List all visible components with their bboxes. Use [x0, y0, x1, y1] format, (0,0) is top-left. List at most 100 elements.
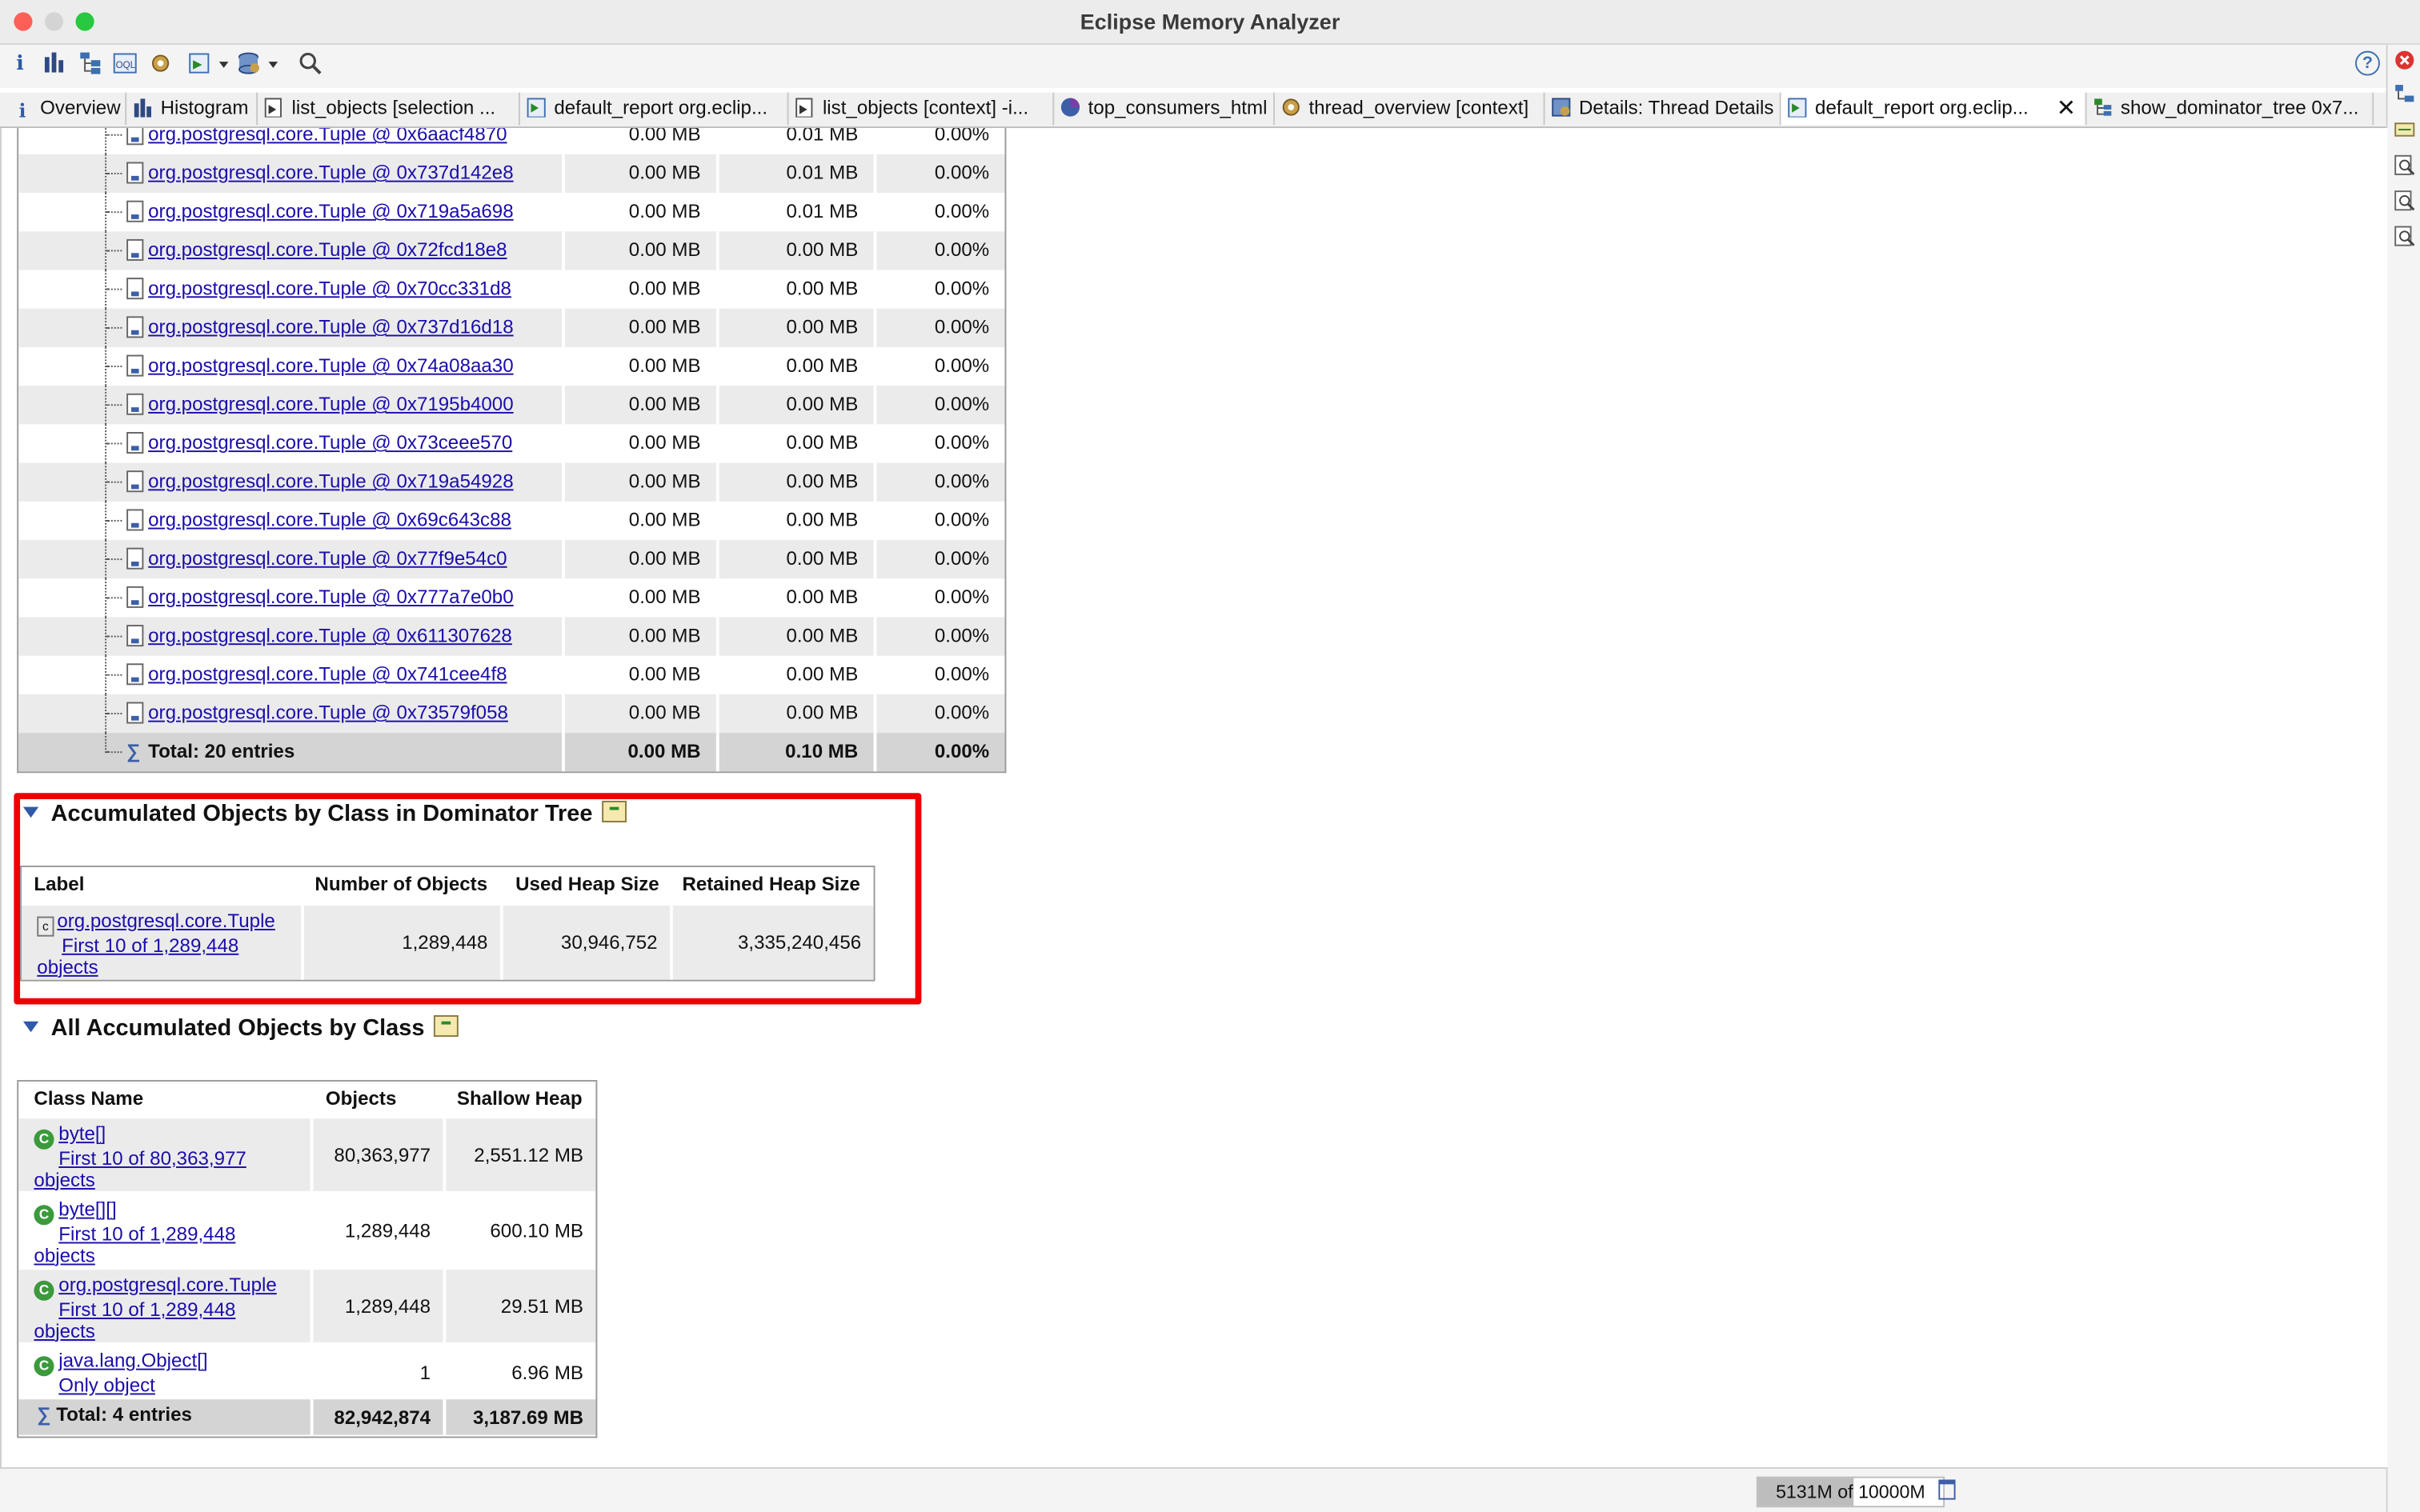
class-link[interactable]: java.lang.Object[]	[58, 1350, 207, 1372]
tab-thread-overview[interactable]: thread_overview [context]	[1275, 92, 1545, 126]
all-accumulated-section-header[interactable]: All Accumulated Objects by Class	[22, 1015, 459, 1042]
object-link[interactable]: org.postgresql.core.Tuple @ 0x74a08aa30	[148, 347, 513, 386]
table-row: Corg.postgresql.core.Tuple First 10 of 1…	[18, 1270, 596, 1342]
retained-heap-cell: 0.01 MB	[715, 193, 874, 232]
retained-heap-cell: 0.00 MB	[715, 231, 874, 270]
histogram-icon[interactable]	[40, 51, 68, 79]
column-header-retained-heap[interactable]: Retained Heap Size	[682, 867, 859, 901]
query-browser-dropdown-icon[interactable]	[238, 51, 281, 79]
gear-icon	[1281, 96, 1301, 116]
compare-icon[interactable]	[2394, 119, 2415, 141]
first-objects-link[interactable]: First 10 of 1,289,448	[58, 1223, 235, 1245]
heap-status-bar[interactable]: 5131M of 10000M	[1756, 1476, 1945, 1508]
tree-branch	[106, 519, 122, 522]
tab-default-report-active[interactable]: default_report org.eclip... ✕	[1781, 92, 2087, 126]
tree-branch	[106, 211, 122, 214]
garbage-collect-icon[interactable]	[1938, 1479, 1956, 1500]
all-classes-table: Class Name Objects Shallow Heap Cbyte[] …	[17, 1080, 598, 1438]
column-header-shallow-heap[interactable]: Shallow Heap	[457, 1082, 583, 1115]
total-label: Total: 20 entries	[148, 740, 295, 762]
object-link[interactable]: org.postgresql.core.Tuple @ 0x737d142e8	[148, 154, 513, 193]
tab-default-report-1[interactable]: default_report org.eclip...	[520, 92, 789, 126]
main-toolbar: i OQL ?	[0, 44, 2420, 88]
class-link[interactable]: byte[]	[58, 1123, 106, 1145]
column-header-objects[interactable]: Objects	[326, 1082, 396, 1115]
class-link[interactable]: byte[][]	[58, 1199, 116, 1221]
shallow-heap-cell: 6.96 MB	[443, 1345, 596, 1402]
first-objects-link[interactable]: First 10 of 80,363,977	[58, 1148, 246, 1170]
object-link[interactable]: org.postgresql.core.Tuple @ 0x6aacf4870	[148, 128, 507, 154]
object-link[interactable]: org.postgresql.core.Tuple @ 0x70cc331d8	[148, 270, 511, 309]
retained-heap-cell: 0.00 MB	[715, 308, 874, 347]
tree-branch	[106, 481, 122, 483]
tab-overview[interactable]: i Overview	[6, 92, 127, 126]
error-icon[interactable]	[2394, 50, 2415, 71]
tab-list-objects-context[interactable]: list_objects [context] -i...	[789, 92, 1055, 126]
object-link[interactable]: org.postgresql.core.Tuple @ 0x737d16d18	[148, 309, 513, 347]
object-link[interactable]: org.postgresql.core.Tuple @ 0x741cee4f8	[148, 656, 507, 694]
column-header-objects[interactable]: Number of Objects	[315, 867, 487, 901]
column-header-class-name[interactable]: Class Name	[34, 1082, 143, 1115]
object-label-cell: org.postgresql.core.Tuple @ 0x74a08aa30	[18, 346, 562, 386]
object-icon	[126, 393, 144, 415]
inspect-icon[interactable]	[2394, 154, 2415, 176]
object-link[interactable]: org.postgresql.core.Tuple @ 0x719a54928	[148, 463, 513, 502]
tab-list-objects-selection[interactable]: list_objects [selection ...	[258, 92, 520, 126]
class-label-cell: Corg.postgresql.core.Tuple First 10 of 1…	[34, 1274, 277, 1342]
object-link[interactable]: org.postgresql.core.Tuple @ 0x777a7e0b0	[148, 578, 513, 617]
only-object-link[interactable]: Only object	[58, 1374, 155, 1396]
oql-icon[interactable]: OQL	[111, 51, 139, 79]
class-link[interactable]: org.postgresql.core.Tuple	[57, 910, 274, 932]
object-link[interactable]: org.postgresql.core.Tuple @ 0x73579f058	[148, 694, 508, 733]
first-objects-link[interactable]: First 10 of 1,289,448	[58, 1299, 235, 1321]
tab-top-consumers[interactable]: top_consumers_html	[1054, 92, 1276, 126]
column-header-label[interactable]: Label	[34, 867, 84, 901]
dominator-section-header[interactable]: Accumulated Objects by Class in Dominato…	[22, 800, 627, 827]
search-icon[interactable]	[296, 51, 324, 79]
info-icon[interactable]: i	[6, 51, 34, 79]
open-in-editor-icon[interactable]	[602, 800, 627, 822]
objects-link[interactable]: objects	[34, 1244, 94, 1266]
first-objects-link[interactable]: First 10 of 1,289,448	[62, 935, 238, 957]
object-label-cell: org.postgresql.core.Tuple @ 0x72fcd18e8	[18, 231, 562, 270]
object-link[interactable]: org.postgresql.core.Tuple @ 0x719a5a698	[148, 193, 513, 231]
column-header-used-heap[interactable]: Used Heap Size	[515, 867, 659, 901]
collapse-triangle-icon[interactable]	[22, 806, 39, 818]
total-retained-heap-cell: 0.10 MB	[715, 733, 874, 772]
objects-link[interactable]: objects	[34, 1320, 94, 1342]
object-link[interactable]: org.postgresql.core.Tuple @ 0x77f9e54c0	[148, 540, 507, 578]
open-in-editor-icon[interactable]	[433, 1015, 459, 1038]
object-icon	[126, 432, 144, 454]
object-link[interactable]: org.postgresql.core.Tuple @ 0x611307628	[148, 617, 512, 655]
object-label-cell: org.postgresql.core.Tuple @ 0x777a7e0b0	[18, 578, 562, 618]
collapse-triangle-icon[interactable]	[22, 1021, 39, 1033]
thread-icon	[1551, 96, 1571, 117]
retained-heap-cell: 0.00 MB	[715, 424, 874, 463]
gear-icon[interactable]	[146, 51, 174, 79]
object-link[interactable]: org.postgresql.core.Tuple @ 0x69c643c88	[148, 502, 511, 540]
total-label: Total: 4 entries	[56, 1404, 192, 1426]
inspect-icon[interactable]	[2394, 190, 2415, 211]
object-link[interactable]: org.postgresql.core.Tuple @ 0x73ceee570	[148, 424, 512, 462]
table-row: org.postgresql.core.Tuple @ 0x777a7e0b0 0…	[18, 578, 1004, 618]
objects-link[interactable]: objects	[34, 1169, 94, 1190]
dominator-tree-icon[interactable]	[77, 51, 105, 79]
used-heap-cell: 30,946,752	[499, 906, 670, 980]
inspect-icon[interactable]	[2394, 226, 2415, 247]
object-link[interactable]: org.postgresql.core.Tuple @ 0x7195b4000	[148, 386, 513, 424]
objects-link[interactable]: objects	[37, 956, 98, 978]
report-dropdown-icon[interactable]	[188, 51, 231, 79]
total-shallow-heap-cell: 0.00 MB	[562, 733, 716, 772]
tab-show-dominator-tree[interactable]: show_dominator_tree 0x7...	[2086, 92, 2374, 126]
percentage-cell: 0.00%	[873, 270, 1005, 309]
shallow-heap-cell: 0.00 MB	[562, 231, 716, 270]
class-icon: C	[34, 1280, 54, 1301]
object-link[interactable]: org.postgresql.core.Tuple @ 0x72fcd18e8	[148, 231, 507, 270]
tab-histogram[interactable]: Histogram	[126, 92, 258, 126]
hierarchy-icon[interactable]	[2394, 83, 2415, 105]
tab-thread-details[interactable]: Details: Thread Details	[1545, 92, 1781, 126]
close-tab-icon[interactable]: ✕	[2057, 93, 2076, 126]
tab-label: default_report org.eclip...	[554, 97, 768, 119]
help-icon[interactable]: ?	[2355, 50, 2380, 76]
class-link[interactable]: org.postgresql.core.Tuple	[58, 1274, 276, 1296]
